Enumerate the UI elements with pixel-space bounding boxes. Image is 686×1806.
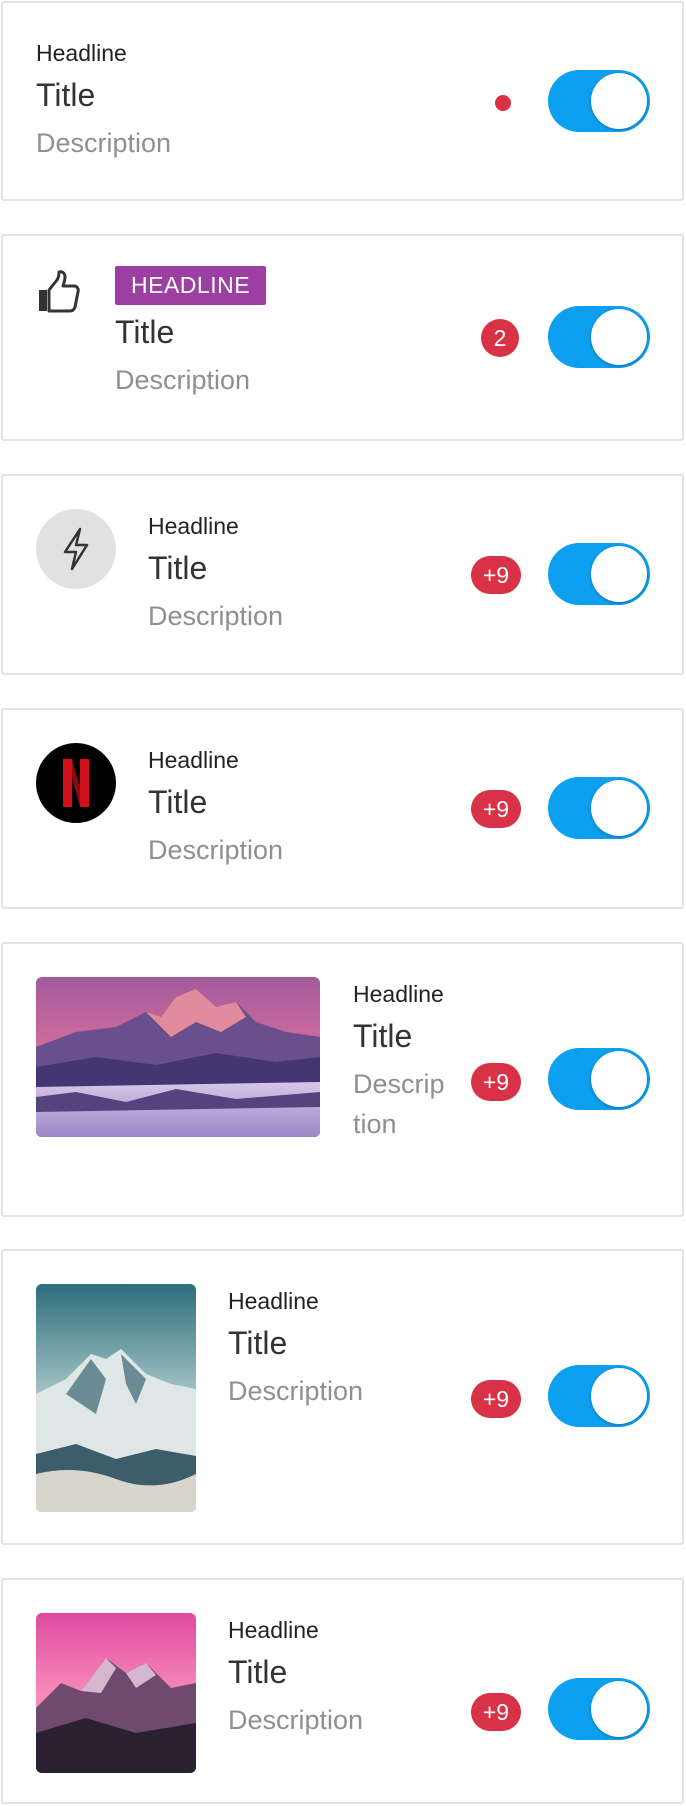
count-badge: +9 [471,1380,521,1418]
item-description: Description [228,1376,364,1406]
toggle-knob [591,1368,647,1424]
item-title: Title [36,77,96,113]
item-headline: Headline [148,747,239,773]
item-headline: Headline [353,981,444,1007]
toggle-switch[interactable] [548,1048,650,1110]
item-title: Title [228,1654,288,1690]
list-item: Headline Title Description [1,1,684,201]
list-item: Headline Title Description +9 [1,1578,684,1804]
count-badge: +9 [471,790,521,828]
count-badge: 2 [481,319,519,357]
lightning-bolt-icon [36,509,116,589]
list-item-text: Headline Title Description [148,509,283,636]
item-title: Title [148,784,208,820]
item-description: Description [228,1705,364,1735]
list-item: HEADLINE Title Description 2 [1,234,684,441]
count-badge: +9 [471,1693,521,1731]
netflix-logo [36,743,116,823]
list-item-text: Headline Title Description [228,1284,363,1411]
toggle-knob [591,780,647,836]
count-badge: +9 [471,1063,521,1101]
toggle-switch[interactable] [548,306,650,368]
list-item-text: HEADLINE Title Description [115,266,267,400]
item-title: Title [115,314,175,350]
item-description: Description [353,1069,445,1139]
item-description: Description [115,365,251,395]
list-item-text: Headline Title Description [228,1613,363,1740]
toggle-switch[interactable] [548,543,650,605]
toggle-knob [591,1051,647,1107]
list-item-text: Headline Title Description [353,977,449,1144]
toggle-switch[interactable] [548,70,650,132]
item-headline: Headline [228,1288,319,1314]
item-description: Description [36,128,172,158]
item-title: Title [228,1325,288,1361]
item-title: Title [148,550,208,586]
toggle-switch[interactable] [548,1678,650,1740]
item-title: Title [353,1018,413,1054]
toggle-knob [591,73,647,129]
headline-chip: HEADLINE [115,266,267,305]
toggle-knob [591,546,647,602]
list-item: Headline Title Description +9 [1,474,684,675]
item-headline: Headline [228,1617,319,1643]
mountain-landscape-image [36,977,320,1137]
item-description: Description [148,835,284,865]
thumbs-up-icon [36,270,82,319]
toggle-switch[interactable] [548,1365,650,1427]
notification-dot [495,95,511,111]
toggle-knob [591,309,647,365]
count-badge: +9 [471,556,521,594]
list-item: Headline Title Description +9 [1,942,684,1217]
snowy-mountain-portrait-image [36,1284,196,1512]
item-description: Description [148,601,284,631]
toggle-switch[interactable] [548,777,650,839]
pink-sky-mountain-image [36,1613,196,1773]
list-item: Headline Title Description +9 [1,1249,684,1545]
list-item-text: Headline Title Description [36,36,171,163]
item-headline: Headline [36,40,127,66]
list-item: Headline Title Description +9 [1,708,684,909]
list-item-text: Headline Title Description [148,743,283,870]
toggle-knob [591,1681,647,1737]
item-headline: Headline [148,513,239,539]
